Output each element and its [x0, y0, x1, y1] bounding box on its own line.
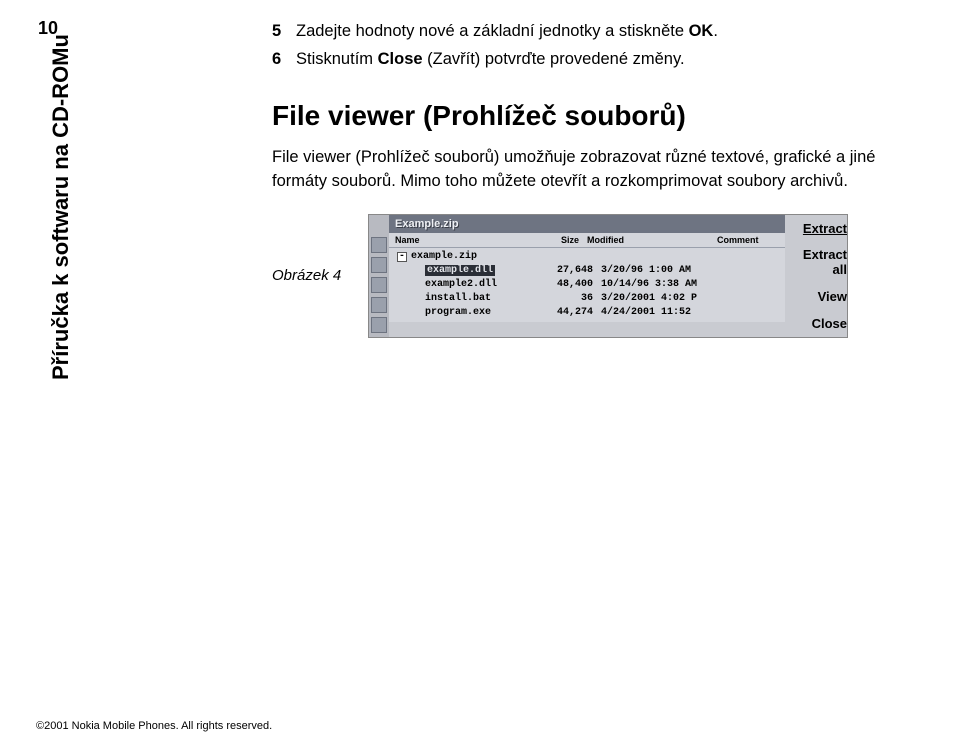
right-button-labels: Extract Extract all View Close	[785, 215, 847, 337]
text: Zadejte hodnoty nové a základní jednotky…	[296, 22, 689, 40]
step-text: Zadejte hodnoty nové a základní jednotky…	[296, 20, 912, 44]
file-modified: 3/20/96 1:00 AM	[601, 265, 731, 276]
file-modified: 4/24/2001 11:52	[601, 307, 731, 318]
table-row[interactable]: example.dll 27,648 3/20/96 1:00 AM	[395, 264, 783, 278]
bold-close: Close	[378, 50, 423, 68]
file-name: install.bat	[409, 293, 541, 304]
toolbar-icon[interactable]	[371, 237, 387, 253]
table-row[interactable]: example2.dll 48,400 10/14/96 3:38 AM	[395, 278, 783, 292]
file-name: example.zip	[411, 251, 477, 262]
step-5: 5 Zadejte hodnoty nové a základní jednot…	[272, 20, 912, 44]
paragraph: File viewer (Prohlížeč souborů) umožňuje…	[272, 146, 912, 194]
col-header-name[interactable]: Name	[395, 235, 527, 245]
footer-copyright: ©2001 Nokia Mobile Phones. All rights re…	[36, 720, 272, 732]
table-row[interactable]: install.bat 36 3/20/2001 4:02 P	[395, 292, 783, 306]
step-number: 5	[272, 20, 296, 44]
table-body: -example.zip example.dll 27,648 3/20/96 …	[389, 248, 785, 322]
bold-ok: OK	[689, 22, 714, 40]
text: (Zavřít) potvrďte provedené změny.	[423, 50, 685, 68]
toolbar-icon[interactable]	[371, 297, 387, 313]
collapse-icon[interactable]: -	[397, 252, 407, 262]
screenshot-main: Example.zip Name Size Modified Comment -…	[389, 215, 785, 337]
figure-row: Obrázek 4 Example.zip Name Size Modified…	[272, 214, 912, 338]
col-header-size[interactable]: Size	[527, 235, 587, 245]
toolbar-icon[interactable]	[371, 317, 387, 333]
file-modified: 10/14/96 3:38 AM	[601, 279, 731, 290]
step-6: 6 Stisknutím Close (Zavřít) potvrďte pro…	[272, 48, 912, 72]
window-title: Example.zip	[389, 215, 785, 233]
col-header-modified[interactable]: Modified	[587, 235, 717, 245]
screenshot-left-toolbar	[369, 215, 389, 337]
file-name: example2.dll	[409, 279, 541, 290]
close-button[interactable]: Close	[793, 316, 847, 331]
toolbar-icon[interactable]	[371, 277, 387, 293]
section-heading: File viewer (Prohlížeč souborů)	[272, 100, 912, 132]
file-size: 27,648	[541, 265, 601, 276]
figure-caption: Obrázek 4	[272, 267, 356, 284]
table-header: Name Size Modified Comment	[389, 233, 785, 248]
view-button[interactable]: View	[793, 289, 847, 304]
text: Stisknutím	[296, 50, 378, 68]
file-size: 48,400	[541, 279, 601, 290]
sidebar-title: Příručka k softwaru na CD-ROMu	[48, 34, 74, 380]
file-name: program.exe	[409, 307, 541, 318]
table-row[interactable]: program.exe 44,274 4/24/2001 11:52	[395, 306, 783, 320]
file-size: 36	[541, 293, 601, 304]
file-modified: 3/20/2001 4:02 P	[601, 293, 731, 304]
file-viewer-screenshot: Example.zip Name Size Modified Comment -…	[368, 214, 848, 338]
file-size: 44,274	[541, 307, 601, 318]
step-text: Stisknutím Close (Zavřít) potvrďte prove…	[296, 48, 912, 72]
toolbar-icon[interactable]	[371, 257, 387, 273]
extract-button[interactable]: Extract	[793, 221, 847, 236]
table-row[interactable]: -example.zip	[395, 250, 783, 264]
step-number: 6	[272, 48, 296, 72]
col-header-comment[interactable]: Comment	[717, 235, 779, 245]
main-content: 5 Zadejte hodnoty nové a základní jednot…	[272, 20, 912, 338]
extract-all-button[interactable]: Extract all	[793, 247, 847, 277]
file-name-selected: example.dll	[425, 265, 495, 276]
text: .	[713, 22, 718, 40]
